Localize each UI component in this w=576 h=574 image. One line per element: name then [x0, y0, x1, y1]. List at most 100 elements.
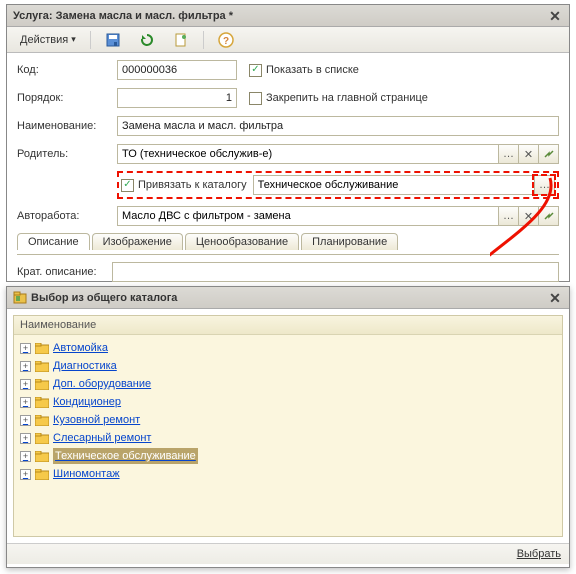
- ellipsis-icon[interactable]: …: [498, 207, 518, 225]
- label-order: Порядок:: [17, 92, 117, 104]
- folder-icon: [35, 361, 49, 372]
- short-desc-field[interactable]: [112, 262, 559, 282]
- tree-item-label: Диагностика: [53, 358, 117, 374]
- label-autowork: Авторабота:: [17, 210, 117, 222]
- svg-text:?: ?: [223, 36, 229, 47]
- tree-item[interactable]: + Кузовной ремонт: [18, 411, 558, 429]
- folder-icon: [35, 415, 49, 426]
- label-parent: Родитель:: [17, 148, 117, 160]
- code-field[interactable]: [117, 60, 237, 80]
- folder-icon: [35, 379, 49, 390]
- popup-bottombar: Выбрать: [7, 543, 569, 564]
- tree-item-label: Техническое обслуживание: [53, 448, 198, 464]
- tree-item[interactable]: + Диагностика: [18, 357, 558, 375]
- expand-icon[interactable]: +: [20, 361, 31, 372]
- pin-main-check[interactable]: Закрепить на главной странице: [249, 92, 428, 105]
- folder-icon: [35, 343, 49, 354]
- separator: [90, 31, 91, 49]
- tree-item-label: Автомойка: [53, 340, 108, 356]
- show-in-list-label: Показать в списке: [266, 64, 359, 76]
- catalog-picker-window: Выбор из общего каталога ✕ Наименование …: [6, 286, 570, 568]
- window-title: Услуга: Замена масла и масл. фильтра *: [13, 10, 233, 22]
- bind-catalog-ref: …: [253, 175, 555, 195]
- bind-catalog-field[interactable]: [254, 176, 534, 194]
- folder-icon: [35, 469, 49, 480]
- order-field[interactable]: [117, 88, 237, 108]
- toolbar: Действия ▾ ?: [7, 27, 569, 53]
- tabs: Описание Изображение Ценообразование Пла…: [17, 233, 559, 250]
- expand-icon[interactable]: +: [20, 415, 31, 426]
- tab-content: Крат. описание:: [17, 254, 559, 283]
- tree-item[interactable]: + Автомойка: [18, 339, 558, 357]
- tree-item-label: Кондиционер: [53, 394, 121, 410]
- tree-item-label: Слесарный ремонт: [53, 430, 151, 446]
- checkbox-icon: ✓: [249, 64, 262, 77]
- label-code: Код:: [17, 64, 117, 76]
- help-icon: ?: [218, 32, 234, 48]
- tab-description[interactable]: Описание: [17, 233, 90, 250]
- folder-icon: [35, 451, 49, 462]
- folder-icon: [35, 433, 49, 444]
- parent-ref: … ✕: [117, 144, 559, 164]
- popup-title: Выбор из общего каталога: [31, 292, 177, 304]
- tree-item[interactable]: + Доп. оборудование: [18, 375, 558, 393]
- tree-item-label: Кузовной ремонт: [53, 412, 140, 428]
- form-area: Код: ✓ Показать в списке Порядок: Закреп…: [7, 53, 569, 297]
- expand-icon[interactable]: +: [20, 469, 31, 480]
- label-short-desc: Крат. описание:: [17, 266, 112, 278]
- save-icon: [105, 32, 121, 48]
- show-in-list-check[interactable]: ✓ Показать в списке: [249, 64, 359, 77]
- clear-icon[interactable]: ✕: [518, 145, 538, 163]
- tab-pricing[interactable]: Ценообразование: [185, 233, 299, 250]
- pin-main-label: Закрепить на главной странице: [266, 92, 428, 104]
- doc-icon: [173, 32, 189, 48]
- expand-icon[interactable]: +: [20, 343, 31, 354]
- choose-button[interactable]: Выбрать: [517, 548, 561, 560]
- service-window: Услуга: Замена масла и масл. фильтра * ✕…: [6, 4, 570, 282]
- ellipsis-icon[interactable]: …: [534, 176, 554, 194]
- catalog-tree[interactable]: + Автомойка + Диагностика + Доп. оборудование…: [14, 335, 562, 536]
- open-icon[interactable]: [538, 207, 558, 225]
- toolbar-help[interactable]: ?: [211, 29, 241, 51]
- folder-icon: [35, 397, 49, 408]
- expand-icon[interactable]: +: [20, 451, 31, 462]
- tree-item[interactable]: + Шиномонтаж: [18, 465, 558, 483]
- toolbar-btn-3[interactable]: [166, 29, 196, 51]
- close-icon[interactable]: ✕: [547, 8, 563, 24]
- name-field[interactable]: [117, 116, 559, 136]
- toolbar-btn-1[interactable]: [98, 29, 128, 51]
- parent-field[interactable]: [118, 145, 498, 163]
- toolbar-btn-2[interactable]: [132, 29, 162, 51]
- chevron-down-icon: ▾: [71, 34, 76, 45]
- catalog-list: Наименование + Автомойка + Диагностика + Доп.…: [13, 315, 563, 537]
- close-icon[interactable]: ✕: [547, 290, 563, 306]
- expand-icon[interactable]: +: [20, 379, 31, 390]
- tree-item[interactable]: + Слесарный ремонт: [18, 429, 558, 447]
- titlebar: Услуга: Замена масла и масл. фильтра * ✕: [7, 5, 569, 27]
- ellipsis-icon[interactable]: …: [498, 145, 518, 163]
- checkbox-icon: ✓: [121, 179, 134, 192]
- tab-image[interactable]: Изображение: [92, 233, 183, 250]
- autowork-ref: … ✕: [117, 206, 559, 226]
- tree-item[interactable]: + Техническое обслуживание: [18, 447, 558, 465]
- popup-titlebar: Выбор из общего каталога ✕: [7, 287, 569, 309]
- actions-menu[interactable]: Действия ▾: [13, 31, 83, 49]
- expand-icon[interactable]: +: [20, 433, 31, 444]
- autowork-field[interactable]: [118, 207, 498, 225]
- checkbox-icon: [249, 92, 262, 105]
- bind-catalog-row: ✓ Привязать к каталогу …: [117, 171, 559, 199]
- tab-planning[interactable]: Планирование: [301, 233, 398, 250]
- tree-item-label: Шиномонтаж: [53, 466, 120, 482]
- tree-item-label: Доп. оборудование: [53, 376, 151, 392]
- label-name: Наименование:: [17, 120, 117, 132]
- expand-icon[interactable]: +: [20, 397, 31, 408]
- separator: [203, 31, 204, 49]
- tree-item[interactable]: + Кондиционер: [18, 393, 558, 411]
- app-icon: [13, 291, 27, 305]
- refresh-icon: [139, 32, 155, 48]
- bind-catalog-check[interactable]: ✓ Привязать к каталогу: [121, 179, 247, 192]
- bind-catalog-label: Привязать к каталогу: [138, 179, 247, 191]
- column-header[interactable]: Наименование: [14, 316, 562, 335]
- clear-icon[interactable]: ✕: [518, 207, 538, 225]
- open-icon[interactable]: [538, 145, 558, 163]
